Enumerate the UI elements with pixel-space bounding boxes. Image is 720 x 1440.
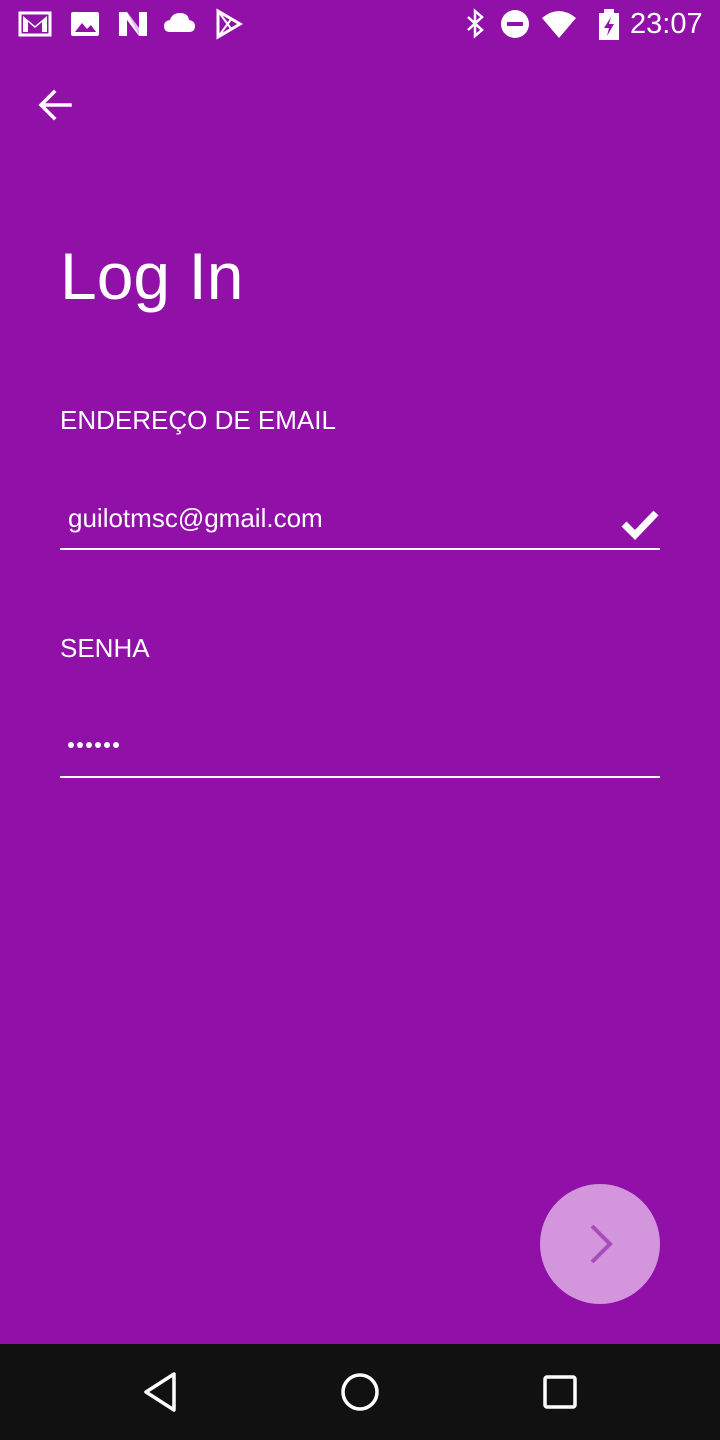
cloud-icon xyxy=(162,8,196,40)
password-label: SENHA xyxy=(60,633,150,663)
do-not-disturb-icon xyxy=(498,8,532,40)
page-title: Log In xyxy=(60,239,244,313)
n-app-icon xyxy=(116,8,150,40)
bluetooth-icon xyxy=(458,8,492,40)
check-icon xyxy=(620,506,660,542)
battery-charging-icon xyxy=(592,8,626,40)
status-bar: 23:07 xyxy=(0,0,720,48)
chevron-right-icon xyxy=(590,1224,613,1264)
nav-recents-icon xyxy=(543,1375,577,1409)
gmail-icon xyxy=(18,8,52,40)
back-button[interactable] xyxy=(24,80,88,130)
password-mask xyxy=(68,732,119,758)
next-button[interactable] xyxy=(540,1184,660,1304)
password-dot xyxy=(68,742,74,748)
status-time: 23:07 xyxy=(630,8,703,40)
password-dot xyxy=(95,742,101,748)
gallery-icon xyxy=(68,8,102,40)
email-label: ENDEREÇO DE EMAIL xyxy=(60,405,336,435)
navigation-bar xyxy=(0,1344,720,1440)
nav-back-icon xyxy=(144,1372,176,1412)
nav-back-button[interactable] xyxy=(136,1368,184,1416)
nav-recents-button[interactable] xyxy=(536,1368,584,1416)
password-dot xyxy=(113,742,119,748)
password-field[interactable] xyxy=(60,716,660,778)
email-field[interactable] xyxy=(60,488,660,550)
nav-home-icon xyxy=(341,1373,379,1411)
password-dot xyxy=(77,742,83,748)
login-screen: 23:07 Log In ENDEREÇO DE EMAIL SENHA xyxy=(0,0,720,1440)
wifi-icon xyxy=(542,8,576,40)
play-store-icon xyxy=(212,8,246,40)
password-dot xyxy=(86,742,92,748)
nav-home-button[interactable] xyxy=(336,1368,384,1416)
arrow-back-icon xyxy=(38,89,72,121)
password-dot xyxy=(104,742,110,748)
